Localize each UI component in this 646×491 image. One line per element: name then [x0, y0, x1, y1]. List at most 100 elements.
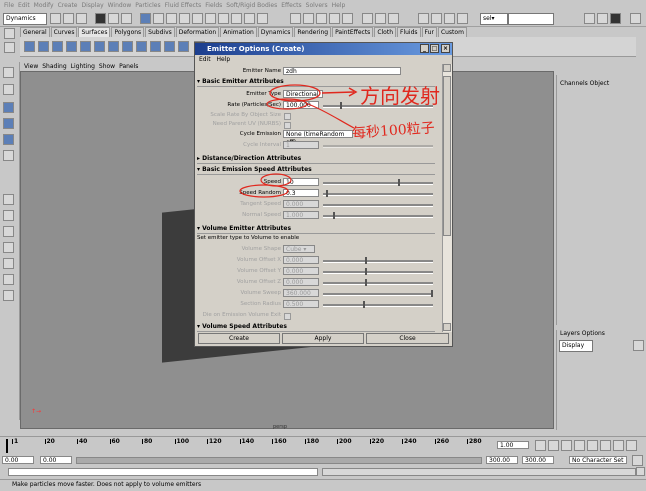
shelf-tab-painteffects[interactable]: PaintEffects — [332, 27, 374, 37]
shelf-tab-fluids[interactable]: Fluids — [397, 27, 421, 37]
emit-from-object-icon[interactable] — [52, 41, 63, 52]
render-frame-icon[interactable] — [431, 13, 442, 24]
shelf-tab-curves[interactable]: Curves — [50, 27, 78, 37]
normal-speed-input[interactable]: 1.000 — [283, 211, 319, 219]
single-perspective-layout-icon[interactable] — [3, 194, 14, 205]
mask-joints-icon[interactable] — [153, 13, 164, 24]
highlight-selection-icon[interactable] — [257, 13, 268, 24]
menu-effects[interactable]: Effects — [281, 0, 301, 11]
drag-field-icon[interactable] — [80, 41, 91, 52]
newton-field-icon[interactable] — [108, 41, 119, 52]
script-editor-icon[interactable] — [636, 467, 645, 476]
mask-dynamics-icon[interactable] — [205, 13, 216, 24]
volume-offset-y-slider[interactable] — [323, 271, 433, 274]
volume-sweep-slider[interactable] — [323, 293, 433, 296]
shelf-tab-polygons[interactable]: Polygons — [111, 27, 145, 37]
volume-offset-z-slider[interactable] — [323, 282, 433, 285]
new-layer-icon[interactable] — [633, 340, 644, 351]
volume-sweep-input[interactable]: 360.000 — [283, 289, 319, 297]
move-tool-icon[interactable] — [3, 102, 14, 113]
lock-selection-icon[interactable] — [244, 13, 255, 24]
section-radius-slider[interactable] — [323, 304, 433, 307]
create-button[interactable]: Create — [198, 333, 280, 344]
menu-create[interactable]: Create — [58, 0, 78, 11]
step-back-key-icon[interactable] — [561, 440, 572, 451]
quick-select-field-label[interactable]: sel▾ — [480, 13, 508, 25]
mask-surfaces-icon[interactable] — [179, 13, 190, 24]
select-component-icon[interactable] — [121, 13, 132, 24]
show-attribute-editor-icon[interactable] — [584, 13, 595, 24]
animation-end-field[interactable]: 300.00 — [522, 456, 554, 464]
gravity-field-icon[interactable] — [94, 41, 105, 52]
menu-file[interactable]: File — [4, 0, 14, 11]
menuset-dropdown[interactable]: Dynamics — [3, 13, 47, 25]
rotate-tool-icon[interactable] — [3, 118, 14, 129]
mask-curves-icon[interactable] — [166, 13, 177, 24]
persp-outliner-layout-icon[interactable] — [3, 226, 14, 237]
shelf-tab-fur[interactable]: Fur — [421, 27, 437, 37]
radial-field-icon[interactable] — [122, 41, 133, 52]
animation-start-field[interactable]: 0.00 — [2, 456, 34, 464]
menu-help[interactable]: Help — [332, 0, 346, 11]
show-tool-settings-icon[interactable] — [597, 13, 608, 24]
snap-view-plane-icon[interactable] — [329, 13, 340, 24]
mask-handles-icon[interactable] — [140, 13, 151, 24]
persp-graph-layout-icon[interactable] — [3, 242, 14, 253]
dope-sheet-layout-icon[interactable] — [3, 274, 14, 285]
normal-speed-slider[interactable] — [323, 215, 433, 218]
viewport-menu-panels[interactable]: Panels — [119, 62, 138, 71]
shelf-tab-surfaces[interactable]: Surfaces — [78, 27, 111, 37]
step-forward-key-icon[interactable] — [600, 440, 611, 451]
close-button[interactable]: Close — [366, 333, 449, 344]
uniform-field-icon[interactable] — [150, 41, 161, 52]
section-volume-speed[interactable]: ▾ Volume Speed Attributes — [197, 322, 435, 332]
scale-tool-icon[interactable] — [3, 134, 14, 145]
snap-grid-icon[interactable] — [290, 13, 301, 24]
shelf-tab-general[interactable]: General — [20, 27, 50, 37]
tangent-speed-slider[interactable] — [323, 204, 433, 207]
step-back-icon[interactable] — [548, 440, 559, 451]
shelf-tab-animation[interactable]: Animation — [220, 27, 257, 37]
shelf-tab-cloth[interactable]: Cloth — [374, 27, 396, 37]
menu-edit[interactable]: Edit — [18, 0, 30, 11]
mask-deformations-icon[interactable] — [192, 13, 203, 24]
shelf-menu-icon[interactable] — [630, 13, 641, 24]
custom-layout-icon[interactable] — [3, 290, 14, 301]
render-globals-icon[interactable] — [457, 13, 468, 24]
ipr-render-icon[interactable] — [444, 13, 455, 24]
section-radius-knob[interactable] — [363, 301, 365, 308]
input-ops-icon[interactable] — [362, 13, 373, 24]
menu-fields[interactable]: Fields — [205, 0, 222, 11]
apply-button[interactable]: Apply — [282, 333, 364, 344]
rigid-body-icon[interactable] — [178, 41, 189, 52]
play-forwards-icon[interactable] — [587, 440, 598, 451]
range-slider-bar[interactable] — [76, 457, 482, 464]
time-slider[interactable]: 1.00 1 20 40 60 80 100 120 140 160 180 200 220 240 26… — [0, 436, 646, 455]
menu-particles[interactable]: Particles — [135, 0, 160, 11]
close-icon[interactable]: × — [441, 44, 450, 53]
tangent-speed-input[interactable]: 0.000 — [283, 200, 319, 208]
command-input[interactable] — [8, 468, 318, 476]
mask-misc-icon[interactable] — [231, 13, 242, 24]
menu-display[interactable]: Display — [82, 0, 104, 11]
shelf-gear-icon[interactable] — [4, 28, 16, 58]
volume-offset-y-knob[interactable] — [365, 268, 367, 275]
open-scene-icon[interactable] — [63, 13, 74, 24]
lasso-tool-icon[interactable] — [3, 84, 14, 95]
volume-offset-x-knob[interactable] — [365, 257, 367, 264]
select-tool-icon[interactable] — [3, 67, 14, 78]
shelf-tab-rendering[interactable]: Rendering — [294, 27, 332, 37]
new-scene-icon[interactable] — [50, 13, 61, 24]
go-to-start-icon[interactable] — [535, 440, 546, 451]
shelf-tab-subdivs[interactable]: Subdivs — [145, 27, 175, 37]
emitter-icon[interactable] — [38, 41, 49, 52]
render-view-icon[interactable] — [418, 13, 429, 24]
construction-history-icon[interactable] — [388, 13, 399, 24]
minimize-icon[interactable]: _ — [420, 44, 429, 53]
viewport-menu-lighting[interactable]: Lighting — [71, 62, 95, 71]
viewport-menu-show[interactable]: Show — [99, 62, 115, 71]
manipulator-tool-icon[interactable] — [3, 150, 14, 161]
volume-offset-z-input[interactable]: 0.000 — [283, 278, 319, 286]
snap-point-icon[interactable] — [316, 13, 327, 24]
viewport-menu-shading[interactable]: Shading — [42, 62, 66, 71]
